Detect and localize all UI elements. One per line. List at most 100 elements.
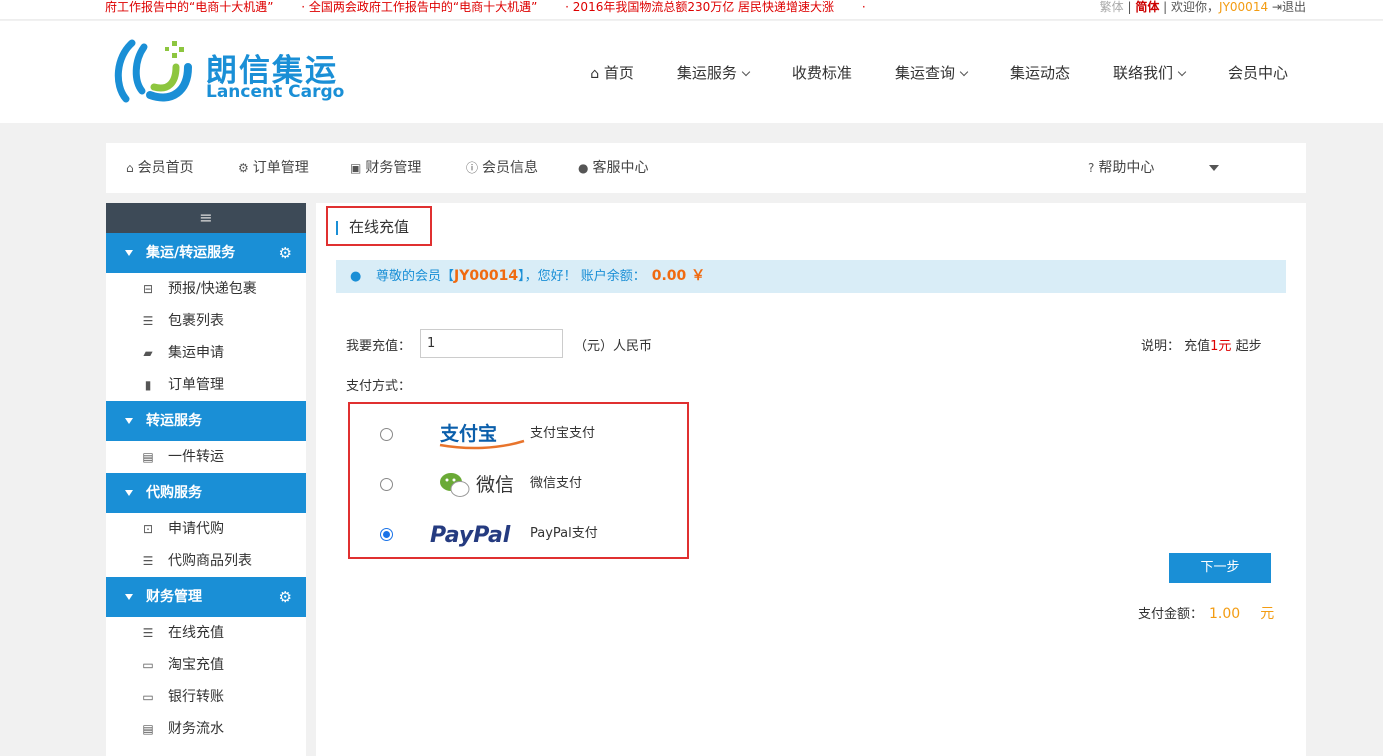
info-icon: ⓘ <box>466 161 479 175</box>
sidebar-item-label: 申请代购 <box>168 521 224 537</box>
sidebar-item-label: 在线充值 <box>168 625 224 641</box>
news-item[interactable]: · 全国两会政府工作报告中的“电商十大机遇” <box>301 0 537 14</box>
site-logo[interactable]: 朗信集运 Lancent Cargo <box>110 37 350 109</box>
finance-management-label: 财务管理 <box>365 160 422 176</box>
nav-label: 会员中心 <box>1227 63 1288 82</box>
news-item[interactable]: · 2016年我国物流总额230万亿 居民快递增速大涨 <box>565 0 834 14</box>
paypal-logo: PayPal <box>430 523 511 548</box>
logout-link[interactable]: 退出 <box>1282 0 1306 14</box>
finance-management-link[interactable]: ▣ 财务管理 <box>350 143 421 193</box>
sidebar-item-apply-purchase[interactable]: ⊡ 申请代购 <box>106 513 306 545</box>
sidebar-item-single-forward[interactable]: ▤ 一件转运 <box>106 441 306 473</box>
paypal-logo-text: PayPal <box>430 523 511 548</box>
pay-amount: 支付金额： 1.00 元 <box>1138 603 1274 623</box>
payment-option-wechat[interactable]: 微信 微信支付 <box>350 459 687 509</box>
list-icon: ☰ <box>142 314 154 328</box>
sidebar-item-taobao-recharge[interactable]: ▭ 淘宝充值 <box>106 649 306 681</box>
sidebar: ≡ 集运/转运服务 ⚙ ⊟ 预报/快递包裹 ☰ 包裹列表 ▰ 集运申请 ▮ 订单管理 转… <box>106 203 306 756</box>
sidebar-section-forwarding[interactable]: 转运服务 <box>106 401 306 441</box>
sidebar-toggle[interactable]: ≡ <box>106 203 306 233</box>
customer-service-link[interactable]: ● 客服中心 <box>578 143 648 193</box>
sidebar-item-online-recharge[interactable]: ☰ 在线充值 <box>106 617 306 649</box>
page-title: 在线充值 <box>349 218 410 236</box>
gear-icon[interactable]: ⚙ <box>279 233 292 273</box>
sidebar-item-finance-flow[interactable]: ▤ 财务流水 <box>106 713 306 745</box>
dropdown-toggle-icon[interactable] <box>1209 165 1219 171</box>
sidebar-item-label: 包裹列表 <box>168 313 224 329</box>
help-center-link[interactable]: ? 帮助中心 <box>1088 143 1154 193</box>
page-title-box: 在线充值 <box>326 206 432 246</box>
sidebar-item-purchase-list[interactable]: ☰ 代购商品列表 <box>106 545 306 577</box>
recharge-amount-input[interactable] <box>420 329 563 358</box>
pay-method-label: 支付方式： <box>346 379 412 394</box>
nav-home[interactable]: ⌂ 首页 <box>590 62 634 83</box>
pay-amount-unit: 元 <box>1260 606 1275 622</box>
payment-option-alipay[interactable]: 支付宝 支付宝支付 <box>350 409 687 459</box>
sidebar-item-shipping-apply[interactable]: ▰ 集运申请 <box>106 337 306 369</box>
news-ticker[interactable]: 府工作报告中的“电商十大机遇” · 全国两会政府工作报告中的“电商十大机遇” ·… <box>105 0 865 20</box>
lang-traditional-link[interactable]: 繁体 <box>1100 0 1124 14</box>
next-step-button[interactable]: 下一步 <box>1169 553 1271 583</box>
home-icon: ⌂ <box>590 65 600 82</box>
sidebar-item-forecast-package[interactable]: ⊟ 预报/快递包裹 <box>106 273 306 305</box>
nav-tracking[interactable]: 集运查询 <box>895 62 969 83</box>
nav-label: 联络我们 <box>1112 63 1173 82</box>
card-icon: ▭ <box>142 658 154 672</box>
recharge-label: 我要充值： <box>346 339 412 354</box>
chart-icon: ▤ <box>142 722 154 736</box>
wechat-label: 微信支付 <box>530 476 583 491</box>
user-icon: ● <box>578 161 589 175</box>
note-min-amount: 1元 <box>1210 339 1232 354</box>
payment-method-group: 支付宝 支付宝支付 微信 微信支付 PayPal PayPal支付 <box>348 402 689 559</box>
sidebar-item-bank-transfer[interactable]: ▭ 银行转账 <box>106 681 306 713</box>
separator: | <box>1127 0 1132 14</box>
list-icon: ☰ <box>142 554 154 568</box>
nav-member-center[interactable]: 会员中心 <box>1228 62 1288 83</box>
help-center-label: 帮助中心 <box>1098 160 1155 176</box>
alipay-radio[interactable] <box>380 428 393 441</box>
section-title: 转运服务 <box>146 413 202 429</box>
wechat-radio[interactable] <box>380 478 393 491</box>
notice-middle: 】，您好！ 账户余额： <box>518 269 646 284</box>
order-management-link[interactable]: ⚙ 订单管理 <box>238 143 309 193</box>
lang-simplified-link[interactable]: 简体 <box>1135 0 1159 14</box>
main-nav: ⌂ 首页 集运服务 收费标准 集运查询 集运动态 联络我们 会员中心 <box>547 21 1288 123</box>
member-home-link[interactable]: ⌂ 会员首页 <box>126 143 194 193</box>
section-title: 代购服务 <box>146 485 202 501</box>
sidebar-section-finance[interactable]: 财务管理 ⚙ <box>106 577 306 617</box>
nav-contact[interactable]: 联络我们 <box>1112 62 1187 83</box>
sidebar-item-package-list[interactable]: ☰ 包裹列表 <box>106 305 306 337</box>
inbox-icon: ⊡ <box>142 522 154 536</box>
gear-icon[interactable]: ⚙ <box>279 577 292 617</box>
sidebar-section-purchasing[interactable]: 代购服务 <box>106 473 306 513</box>
sidebar-section-shipping[interactable]: 集运/转运服务 ⚙ <box>106 233 306 273</box>
payment-option-paypal[interactable]: PayPal PayPal支付 <box>350 509 687 559</box>
sidebar-item-label: 订单管理 <box>168 377 224 393</box>
nav-shipping-service[interactable]: 集运服务 <box>677 62 751 83</box>
member-home-label: 会员首页 <box>137 160 194 176</box>
nav-home-label: 首页 <box>603 63 634 82</box>
chart-icon: ▤ <box>142 450 154 464</box>
notice-prefix: 尊敬的会员【 <box>376 269 455 284</box>
member-info-link[interactable]: ⓘ 会员信息 <box>466 143 538 193</box>
site-header: 朗信集运 Lancent Cargo ⌂ 首页 集运服务 收费标准 集运查询 集… <box>0 21 1383 123</box>
separator: | <box>1163 0 1168 14</box>
paypal-radio[interactable] <box>380 528 393 541</box>
list-icon: ☰ <box>142 626 154 640</box>
sidebar-item-order-management[interactable]: ▮ 订单管理 <box>106 369 306 401</box>
truck-icon: ▰ <box>143 346 153 360</box>
logo-en-text: Lancent Cargo <box>206 82 345 102</box>
note-suffix: 起步 <box>1235 339 1262 354</box>
money-icon: ▣ <box>350 161 362 175</box>
note-prefix: 说明： 充值 <box>1141 339 1211 354</box>
wechat-logo-text: 微信 <box>476 474 514 496</box>
caret-down-icon <box>125 490 133 496</box>
order-management-label: 订单管理 <box>252 160 309 176</box>
nav-news[interactable]: 集运动态 <box>1010 62 1070 83</box>
sidebar-item-label: 银行转账 <box>168 689 224 705</box>
news-item[interactable]: 府工作报告中的“电商十大机遇” <box>105 0 273 14</box>
nav-pricing[interactable]: 收费标准 <box>792 62 852 83</box>
nav-label: 收费标准 <box>791 63 852 82</box>
user-id-link[interactable]: JY00014 <box>1219 0 1268 14</box>
welcome-text: 欢迎你， <box>1171 0 1220 14</box>
